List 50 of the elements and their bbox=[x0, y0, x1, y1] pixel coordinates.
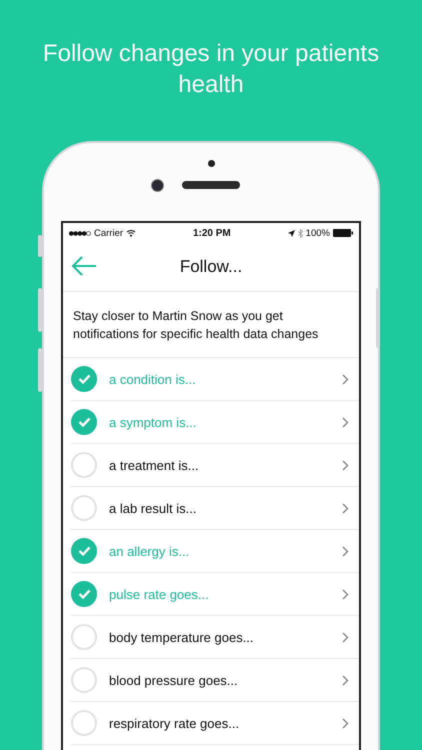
chevron-right-icon bbox=[342, 460, 349, 470]
checkbox[interactable] bbox=[71, 366, 97, 392]
row-label: body temperature goes... bbox=[109, 630, 255, 644]
row-label: a condition is... bbox=[109, 372, 197, 386]
headline: Follow changes in your patients health bbox=[42, 39, 380, 100]
battery-icon bbox=[332, 229, 353, 237]
battery-percent: 100% bbox=[306, 228, 330, 238]
chevron-right-icon bbox=[342, 502, 349, 514]
checkbox[interactable] bbox=[71, 495, 97, 521]
row-label: a symptom is... bbox=[109, 414, 198, 430]
checkbox[interactable] bbox=[71, 538, 97, 564]
chevron-right-icon bbox=[342, 374, 349, 384]
chevron-right-icon bbox=[342, 632, 349, 642]
checkbox[interactable] bbox=[71, 624, 97, 650]
bluetooth-icon bbox=[298, 228, 303, 238]
chevron-right-icon bbox=[342, 674, 349, 686]
chevron-right-icon bbox=[342, 588, 349, 600]
checkmark-icon bbox=[78, 589, 90, 599]
checkmark-icon bbox=[78, 546, 90, 556]
list-row[interactable]: a treatment is... bbox=[71, 444, 359, 487]
wifi-icon bbox=[126, 229, 136, 237]
list-row[interactable]: blood pressure goes... bbox=[71, 659, 359, 702]
description-text: Stay closer to Martin Snow as you get notifications for specific health data changes bbox=[63, 292, 359, 358]
list-row[interactable]: body temperature goes... bbox=[71, 616, 359, 659]
list-row[interactable]: a lab result is... bbox=[71, 487, 359, 530]
row-label: an allergy is... bbox=[109, 544, 190, 558]
speaker-grille bbox=[182, 181, 240, 189]
row-label: blood pressure goes... bbox=[109, 672, 239, 688]
camera-lens bbox=[151, 179, 164, 192]
row-label: respiratory rate goes... bbox=[109, 716, 240, 730]
carrier-name: Carrier bbox=[94, 228, 124, 238]
signal-icon bbox=[69, 230, 91, 236]
chevron-right-icon bbox=[342, 416, 349, 428]
row-label: pulse rate goes... bbox=[109, 586, 210, 602]
checkbox[interactable] bbox=[71, 710, 97, 736]
row-label: a lab result is... bbox=[109, 500, 198, 516]
row-label: a treatment is... bbox=[109, 458, 200, 472]
checkbox[interactable] bbox=[71, 667, 97, 693]
checkbox[interactable] bbox=[71, 452, 97, 478]
location-icon bbox=[288, 230, 295, 236]
checkmark-icon bbox=[78, 417, 90, 427]
list-row[interactable]: respiratory rate goes... bbox=[71, 702, 359, 745]
checkmark-icon bbox=[78, 374, 90, 384]
screen-title: Follow... bbox=[180, 257, 242, 277]
sensor-dot bbox=[208, 160, 215, 167]
status-time: 1:20 PM bbox=[192, 228, 231, 238]
chevron-right-icon bbox=[342, 718, 349, 728]
checkbox[interactable] bbox=[71, 409, 97, 435]
chevron-right-icon bbox=[342, 546, 349, 556]
checkbox[interactable] bbox=[71, 581, 97, 607]
